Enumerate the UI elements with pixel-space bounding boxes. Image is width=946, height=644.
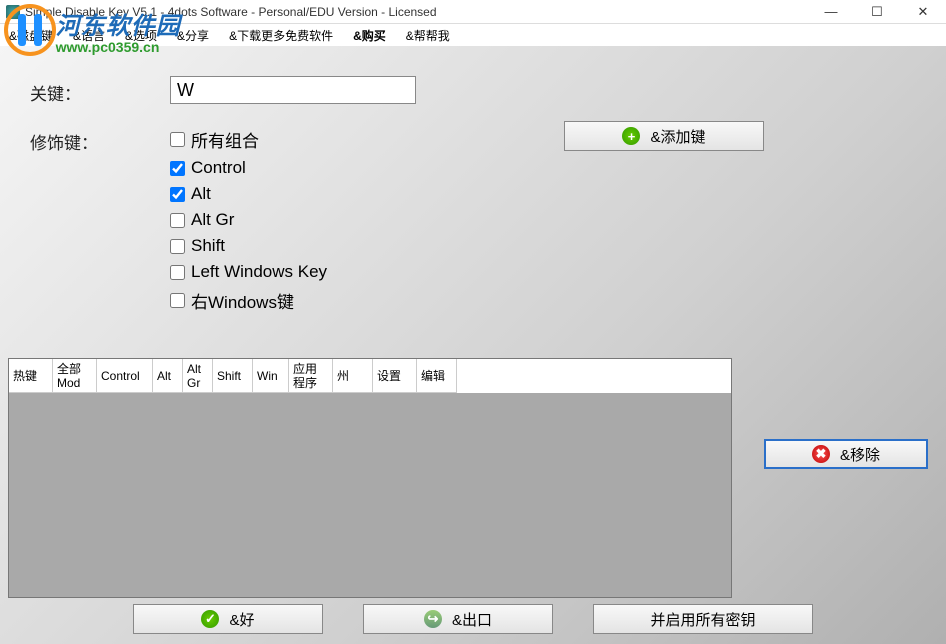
checkbox-control-input[interactable] [170,161,185,176]
col-app[interactable]: 应用程序 [289,359,333,393]
add-key-label: &添加键 [650,126,705,147]
menu-buy[interactable]: &购买 [350,25,389,46]
exit-button[interactable]: ↪ &出口 [363,604,553,634]
checkbox-leftwin-input[interactable] [170,265,185,280]
col-altgr[interactable]: Alt Gr [183,359,213,393]
checkbox-control[interactable]: Control [170,158,327,178]
enable-all-button[interactable]: 并启用所有密钥 [593,604,813,634]
plus-icon: + [622,127,640,145]
add-key-button[interactable]: + &添加键 [564,121,764,151]
exit-label: &出口 [452,609,492,630]
checkbox-leftwin[interactable]: Left Windows Key [170,262,327,282]
menu-download[interactable]: &下载更多免费软件 [226,25,336,46]
enable-all-label: 并启用所有密钥 [650,609,755,630]
keys-grid[interactable]: 热键 全部Mod Control Alt Alt Gr Shift Win 应用… [8,358,732,598]
grid-header: 热键 全部Mod Control Alt Alt Gr Shift Win 应用… [9,359,731,393]
checkbox-altgr-input[interactable] [170,213,185,228]
modifier-label: 修饰键： [0,125,170,154]
checkbox-alt-input[interactable] [170,187,185,202]
menubar: &磁盘键 &语言 &选项 &分享 &下载更多免费软件 &购买 &帮帮我 [0,24,946,46]
col-shift[interactable]: Shift [213,359,253,393]
menu-diskkey[interactable]: &磁盘键 [6,25,56,46]
menu-help[interactable]: &帮帮我 [403,25,453,46]
exit-icon: ↪ [424,610,442,628]
checkbox-alt[interactable]: Alt [170,184,327,204]
checkbox-shift[interactable]: Shift [170,236,327,256]
col-alt[interactable]: Alt [153,359,183,393]
checkbox-all-combos[interactable]: 所有组合 [170,127,327,152]
key-label: 关键： [0,76,170,105]
ok-label: &好 [229,609,254,630]
col-edit[interactable]: 编辑 [417,359,457,393]
col-state[interactable]: 州 [333,359,373,393]
menu-options[interactable]: &选项 [122,25,160,46]
client-area: 关键： 修饰键： 所有组合 Control Alt Alt Gr Shift L… [0,46,946,644]
col-settings[interactable]: 设置 [373,359,417,393]
maximize-button[interactable]: ☐ [854,0,900,24]
minimize-button[interactable]: — [808,0,854,24]
window-title: Simple Disable Key V5.1 - 4dots Software… [25,5,808,19]
checkbox-altgr[interactable]: Alt Gr [170,210,327,230]
check-icon: ✓ [201,610,219,628]
menu-share[interactable]: &分享 [174,25,212,46]
ok-button[interactable]: ✓ &好 [133,604,323,634]
col-win[interactable]: Win [253,359,289,393]
bottom-buttons: ✓ &好 ↪ &出口 并启用所有密钥 [0,604,946,634]
checkbox-all-input[interactable] [170,132,185,147]
checkbox-rightwin[interactable]: 右Windows键 [170,288,327,313]
col-control[interactable]: Control [97,359,153,393]
delete-icon: ✖ [812,445,830,463]
checkbox-shift-input[interactable] [170,239,185,254]
col-hotkey[interactable]: 热键 [9,359,53,393]
menu-language[interactable]: &语言 [70,25,108,46]
remove-button[interactable]: ✖ &移除 [764,439,928,469]
close-button[interactable]: ✕ [900,0,946,24]
col-allmod[interactable]: 全部Mod [53,359,97,393]
key-input[interactable] [170,76,416,104]
titlebar: Simple Disable Key V5.1 - 4dots Software… [0,0,946,24]
checkbox-rightwin-input[interactable] [170,293,185,308]
app-icon [6,5,20,19]
remove-label: &移除 [840,444,880,465]
